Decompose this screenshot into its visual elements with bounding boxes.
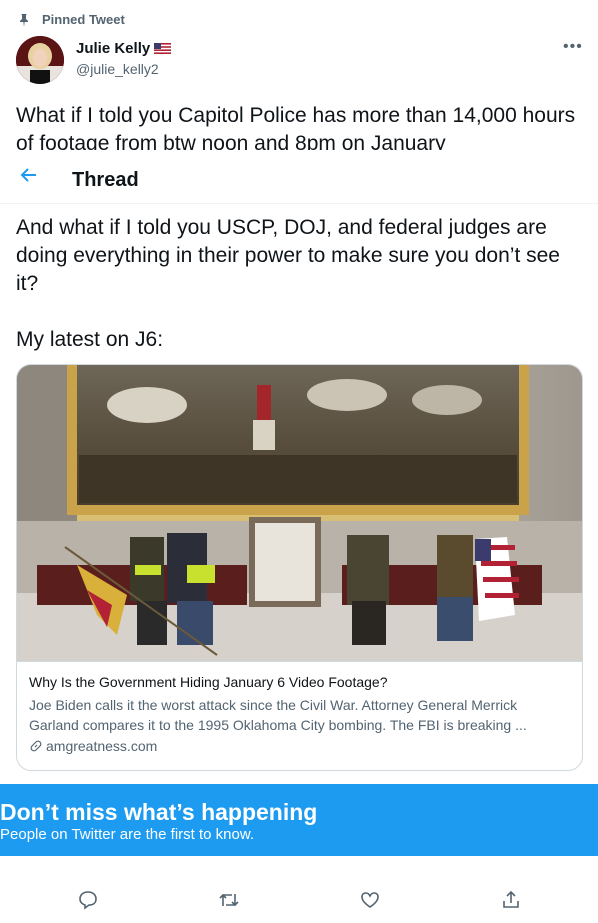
card-domain-text[interactable]: amgreatness.com <box>46 738 157 754</box>
retweet-icon[interactable] <box>211 884 247 916</box>
banner-subtext: People on Twitter are the first to know. <box>0 826 255 843</box>
pinned-indicator: Pinned Tweet <box>18 12 125 27</box>
thread-header: Thread <box>0 158 598 204</box>
flag-icon <box>154 43 172 54</box>
signup-banner[interactable]: Don’t miss what’s happening People on Tw… <box>0 784 598 856</box>
tweet-text-line3: My latest on J6: <box>16 328 164 351</box>
tweet-actions <box>0 884 598 916</box>
author-handle[interactable]: @julie_kelly2 <box>76 61 159 77</box>
author-name-row[interactable]: Julie Kelly <box>76 40 172 57</box>
pinned-label: Pinned Tweet <box>42 12 125 27</box>
card-title[interactable]: Why Is the Government Hiding January 6 V… <box>29 674 388 690</box>
link-card[interactable]: Why Is the Government Hiding January 6 V… <box>16 364 583 771</box>
like-icon[interactable] <box>352 884 388 916</box>
card-description: Joe Biden calls it the worst attack sinc… <box>29 697 527 733</box>
reply-icon[interactable] <box>70 884 106 916</box>
card-image[interactable] <box>17 365 582 661</box>
share-icon[interactable] <box>493 884 529 916</box>
link-icon <box>30 740 42 752</box>
tweet-text-line2: And what if I told you USCP, DOJ, and fe… <box>16 216 560 295</box>
avatar[interactable] <box>16 36 64 84</box>
banner-heading: Don’t miss what’s happening <box>0 799 318 825</box>
more-icon[interactable]: ••• <box>563 38 583 56</box>
pin-icon <box>20 13 28 27</box>
tweet-text-line1: What if I told you Capitol Police has mo… <box>16 104 576 150</box>
author-name[interactable]: Julie Kelly <box>76 40 150 57</box>
page-title: Thread <box>72 169 139 191</box>
card-domain[interactable]: amgreatness.com <box>29 738 157 754</box>
card-body[interactable]: Why Is the Government Hiding January 6 V… <box>17 661 582 770</box>
back-arrow-icon[interactable] <box>20 166 38 190</box>
